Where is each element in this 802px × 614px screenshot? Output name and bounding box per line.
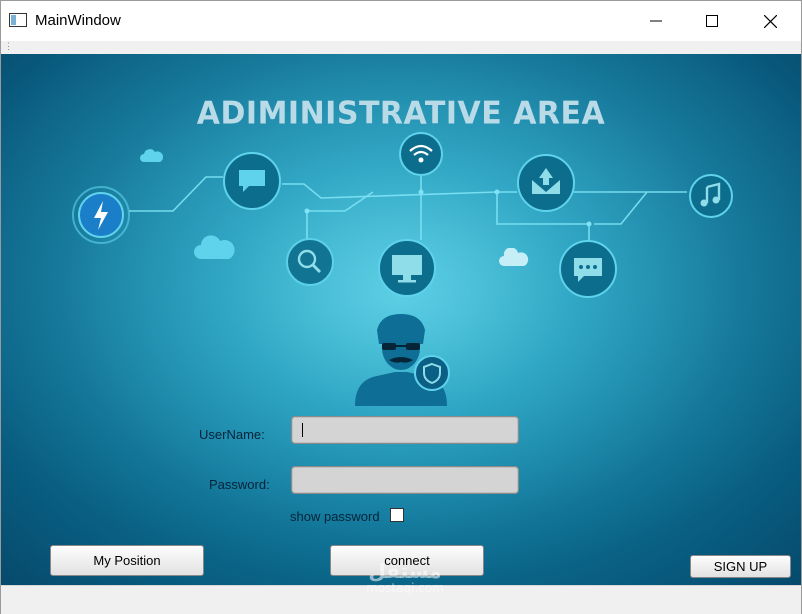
- cloud-icon: [140, 149, 164, 162]
- page-headline: ADIMINISTRATIVE AREA: [196, 95, 606, 132]
- watermark: مستقل mostaqi.com: [355, 561, 455, 595]
- cloud-icon: [499, 248, 529, 266]
- close-button[interactable]: [741, 1, 799, 41]
- minimize-button[interactable]: [627, 1, 685, 41]
- shield-icon: [414, 355, 450, 391]
- main-window: MainWindow ⋮ ADIMINISTRATIVE AREA UserNa…: [0, 0, 802, 614]
- username-input[interactable]: [291, 416, 519, 444]
- monitor-icon: [378, 239, 436, 297]
- login-canvas: ADIMINISTRATIVE AREA UserName: Password:…: [1, 54, 801, 585]
- toolbar-strip: ⋮: [1, 41, 801, 54]
- window-title: MainWindow: [35, 12, 121, 29]
- music-icon: [689, 174, 733, 218]
- close-icon: [763, 14, 777, 28]
- inbox-icon: [517, 154, 575, 212]
- show-password-checkbox[interactable]: [390, 508, 404, 522]
- sign-up-button[interactable]: SIGN UP: [690, 555, 791, 578]
- password-label: Password:: [209, 477, 270, 492]
- search-icon: [286, 238, 334, 286]
- watermark-latin: mostaqi.com: [366, 581, 444, 595]
- lightning-icon: [72, 186, 130, 244]
- message-dots-icon: [559, 240, 617, 298]
- maximize-button[interactable]: [683, 1, 741, 41]
- show-password-label: show password: [290, 509, 380, 524]
- watermark-arabic: مستقل: [368, 559, 442, 583]
- maximize-icon: [706, 15, 718, 27]
- title-bar[interactable]: MainWindow: [1, 1, 801, 41]
- app-icon: [9, 13, 27, 27]
- toolbar-grip-icon[interactable]: ⋮: [4, 42, 13, 51]
- wifi-icon: [399, 132, 443, 176]
- chat-icon: [223, 152, 281, 210]
- text-caret: [302, 423, 303, 437]
- password-input[interactable]: [291, 466, 519, 494]
- username-label: UserName:: [199, 427, 265, 442]
- my-position-button[interactable]: My Position: [50, 545, 204, 576]
- minimize-icon: [650, 20, 662, 22]
- cloud-icon: [194, 235, 235, 259]
